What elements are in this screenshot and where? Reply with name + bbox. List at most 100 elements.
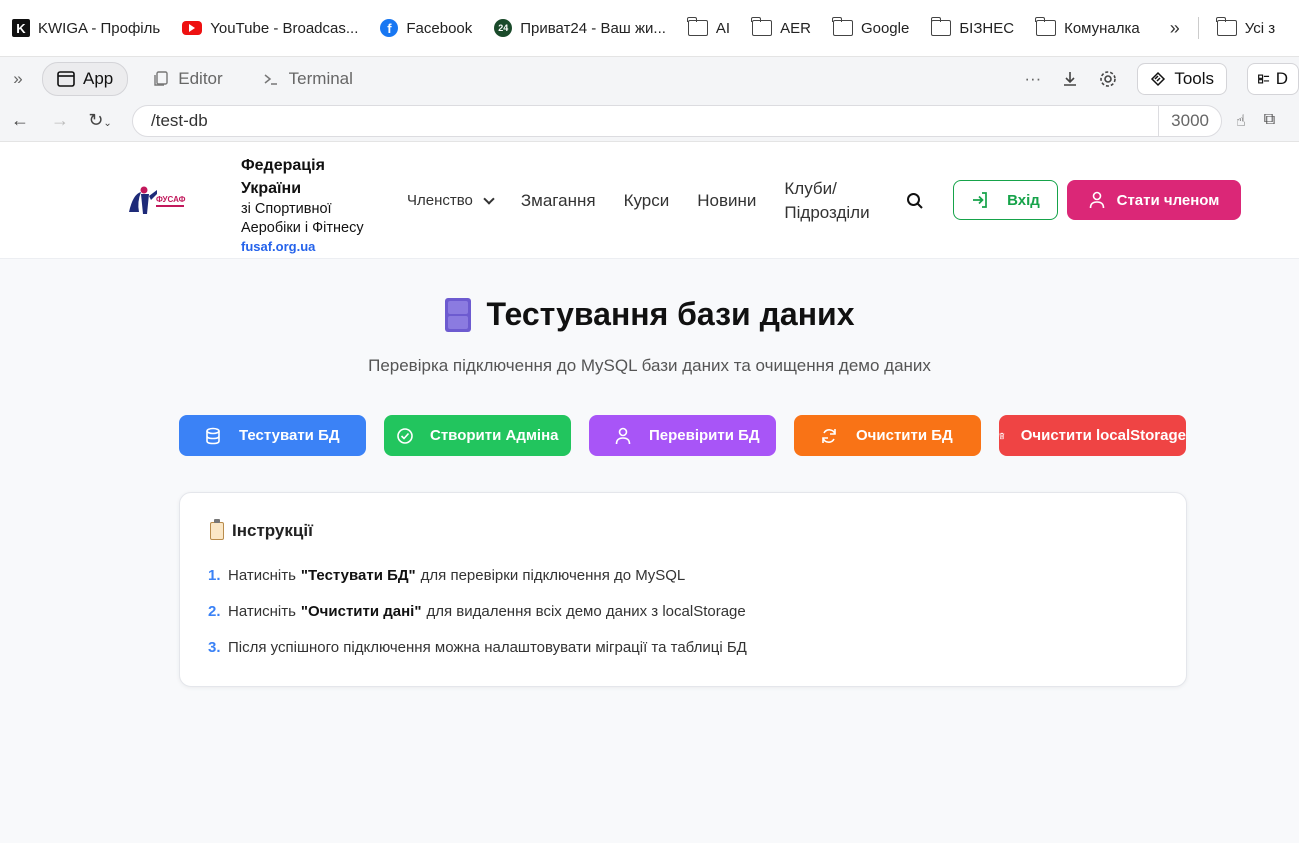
site-header: ФУСАФ Федерація України зі Спортивної Ае… — [0, 142, 1299, 259]
instructions-list: 1. Натисніть "Тестувати БД" для перевірк… — [208, 567, 747, 675]
bookmark-label: Google — [860, 19, 910, 37]
toolbar-actions: ··· Tools D — [1024, 62, 1299, 95]
folder-icon — [930, 17, 952, 36]
user-icon — [615, 427, 631, 444]
nav-membership[interactable]: Членство — [407, 192, 495, 209]
login-icon — [973, 192, 988, 208]
expand-sidebar-icon[interactable]: » — [0, 69, 36, 89]
step-text-pre: Натисніть — [228, 567, 296, 584]
clear-db-button[interactable]: Очистити БД — [794, 415, 981, 456]
become-member-label: Стати членом — [1116, 191, 1220, 209]
bookmark-label: AER — [780, 19, 811, 37]
tab-label: Editor — [178, 68, 223, 88]
user-icon — [1089, 191, 1104, 209]
bookmark-youtube[interactable]: YouTube - Broadcas... — [182, 20, 358, 37]
login-button[interactable]: Вхід — [953, 180, 1058, 220]
bookmark-kwiga[interactable]: K KWIGA - Профіль — [12, 19, 160, 37]
bookmark-label: KWIGA - Профіль — [38, 19, 161, 37]
bookmark-folder-ai[interactable]: AI — [687, 17, 730, 37]
bookmarks-more-button[interactable]: » — [1170, 18, 1180, 39]
tools-icon — [1151, 71, 1166, 86]
copy-icon[interactable]: ⧉ — [1264, 111, 1275, 131]
pointer-icon[interactable]: ☝ — [1236, 111, 1246, 131]
devtools-button[interactable]: D — [1247, 62, 1299, 95]
create-admin-label: Створити Адміна — [430, 427, 559, 444]
list-item: 3. Після успішного підключення можна нал… — [208, 639, 747, 675]
bookmark-folder-google[interactable]: Google — [832, 17, 910, 37]
clipboard-icon — [210, 519, 224, 540]
bookmark-label: БІЗНЕС — [959, 19, 1015, 37]
step-text-post: для видалення всіх демо даних з localSto… — [426, 603, 746, 620]
refresh-icon — [822, 428, 836, 443]
instructions-title: Інструкції — [210, 519, 313, 541]
youtube-icon — [182, 21, 203, 35]
address-bar-row: ← → ↻⌄ /test-db 3000 ☝ ⧉ — [0, 100, 1299, 142]
d-label: D — [1275, 68, 1288, 88]
tab-label: App — [83, 68, 114, 88]
instructions-card: Інструкції 1. Натисніть "Тестувати БД" д… — [179, 492, 1187, 687]
become-member-button[interactable]: Стати членом — [1067, 180, 1241, 220]
check-circle-icon — [397, 427, 413, 444]
brand-domain[interactable]: fusaf.org.ua — [241, 238, 391, 256]
bookmark-label: YouTube - Broadcas... — [210, 19, 359, 37]
tab-terminal[interactable]: Terminal — [249, 63, 367, 95]
tools-button[interactable]: Tools — [1137, 62, 1227, 95]
step-text-pre: Натисніть — [228, 603, 296, 620]
bookmark-label: Усі з — [1244, 19, 1276, 37]
page-subtitle: Перевірка підключення до MySQL бази дани… — [368, 356, 931, 375]
list-item: 2. Натисніть "Очистити дані" для видален… — [208, 603, 747, 639]
fusaf-logo[interactable]: ФУСАФ — [127, 184, 187, 216]
forward-arrow-icon[interactable]: → — [40, 110, 80, 131]
download-icon[interactable] — [1061, 70, 1079, 88]
back-arrow-icon[interactable]: ← — [0, 110, 40, 131]
nav-competitions[interactable]: Змагання — [521, 191, 596, 211]
gear-icon[interactable] — [1099, 70, 1117, 88]
brand-subtitle-line2: Аеробіки і Фітнесу — [241, 220, 364, 236]
trash-icon — [999, 432, 1005, 439]
nav-clubs-line2: Підрозділи — [784, 202, 870, 222]
port-field[interactable]: 3000 — [1158, 105, 1221, 136]
folder-icon — [687, 17, 708, 36]
clear-localstorage-label: Очистити localStorage — [1020, 427, 1186, 444]
action-buttons: Тестувати БД Створити Адміна Перевірити … — [179, 415, 1186, 456]
url-input[interactable]: /test-db 3000 — [132, 104, 1222, 137]
chevron-down-icon — [483, 192, 495, 205]
nav-news[interactable]: Новини — [697, 191, 756, 211]
step-number: 3. — [208, 639, 221, 656]
bookmark-label: Комуналка — [1064, 19, 1140, 37]
url-text: /test-db — [151, 110, 208, 130]
file-icon — [154, 70, 168, 86]
tab-editor[interactable]: Editor — [140, 63, 236, 95]
layout-icon — [1258, 74, 1270, 83]
nav-courses[interactable]: Курси — [624, 191, 670, 211]
brand-block[interactable]: Федерація України зі Спортивної Аеробіки… — [241, 154, 391, 256]
bookmark-folder-aer[interactable]: AER — [751, 17, 811, 37]
bookmark-all-folder[interactable]: Усі з — [1215, 17, 1276, 37]
bookmarks-bar: K KWIGA - Профіль YouTube - Broadcas... … — [0, 0, 1299, 56]
step-text-bold: "Тестувати БД" — [300, 567, 416, 584]
test-db-button[interactable]: Тестувати БД — [179, 415, 366, 456]
step-text-pre: Після успішного підключення можна налашт… — [228, 639, 747, 656]
folder-icon — [832, 17, 853, 36]
nav-membership-label: Членство — [407, 192, 473, 209]
tab-label: Terminal — [288, 68, 353, 88]
check-db-button[interactable]: Перевірити БД — [589, 415, 776, 456]
reload-icon[interactable]: ↻⌄ — [80, 110, 120, 131]
bookmark-facebook[interactable]: f Facebook — [380, 19, 472, 37]
tab-app[interactable]: App — [42, 61, 129, 96]
nav-clubs[interactable]: Клуби/ Підрозділи — [784, 177, 869, 225]
bookmark-privat24[interactable]: 24 Приват24 - Ваш жи... — [494, 19, 666, 37]
more-options-icon[interactable]: ··· — [1024, 69, 1041, 89]
bookmark-folder-utilities[interactable]: Комуналка — [1035, 17, 1140, 37]
folder-icon — [1035, 17, 1057, 36]
search-icon[interactable] — [906, 192, 924, 210]
bookmark-folder-business[interactable]: БІЗНЕС — [930, 17, 1015, 37]
tools-label: Tools — [1174, 68, 1214, 88]
facebook-icon: f — [380, 19, 399, 37]
bookmark-label: Приват24 - Ваш жи... — [520, 19, 666, 37]
clear-localstorage-button[interactable]: Очистити localStorage — [999, 415, 1186, 456]
bookmarks-divider — [1197, 17, 1199, 39]
create-admin-button[interactable]: Створити Адміна — [384, 415, 571, 456]
privat24-icon: 24 — [494, 19, 513, 37]
urlbar-actions: ☝ ⧉ — [1236, 111, 1275, 131]
